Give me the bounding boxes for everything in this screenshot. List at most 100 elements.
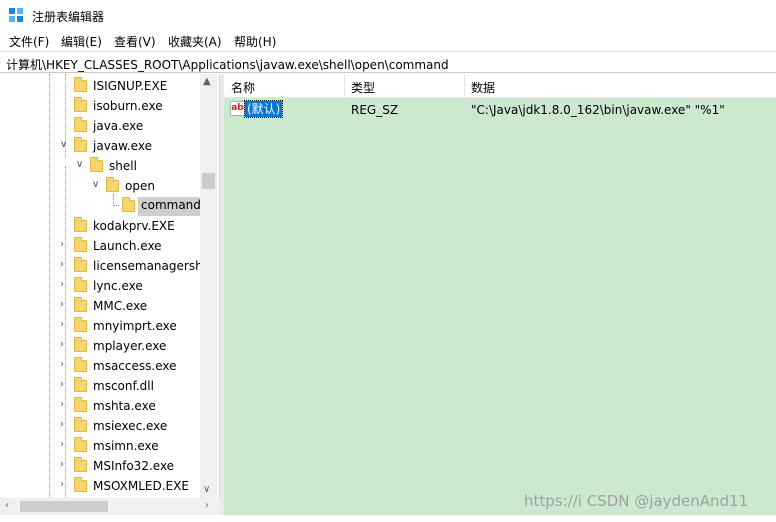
tree-item-label: javaw.exe [93,139,152,153]
folder-icon [106,177,119,192]
tree-item-label: msconf.dll [93,379,154,393]
chevron-right-icon[interactable]: › [60,479,64,490]
folder-icon [74,277,87,292]
address-bar[interactable]: 计算机\HKEY_CLASSES_ROOT\Applications\javaw… [0,51,776,73]
watermark: https://i CSDN @jaydenAnd11 [524,492,749,510]
tree-item[interactable]: › lync.exe [0,276,200,296]
tree-horizontal-scrollbar[interactable]: ‹ › [0,498,220,515]
value-list[interactable]: 名称 类型 数据 ab (默认) REG_SZ "C:\Java\jdk1.8.… [224,74,776,515]
tree-item[interactable]: › MMC.exe [0,296,200,316]
window-title: 注册表编辑器 [32,10,105,24]
value-name[interactable]: (默认) [243,100,284,118]
value-data: "C:\Java\jdk1.8.0_162\bin\javaw.exe" "%1… [471,103,725,117]
chevron-right-icon[interactable]: › [60,239,64,250]
column-separator[interactable] [344,74,345,98]
tree-item[interactable]: › MSInfo32.exe [0,456,200,476]
chevron-right-icon[interactable]: › [60,419,64,430]
tree-item-label: kodakprv.EXE [93,219,175,233]
tree-item-label: Launch.exe [93,239,162,253]
tree-item[interactable]: › msimn.exe [0,436,200,456]
scroll-left-arrow-icon[interactable]: ‹ [5,500,9,511]
chevron-right-icon[interactable]: › [60,399,64,410]
tree-item-label: lync.exe [93,279,143,293]
value-type: REG_SZ [351,103,399,117]
folder-icon [74,217,87,232]
chevron-down-icon[interactable]: ∨ [60,139,67,150]
tree-item-label: mnyimprt.exe [93,319,177,333]
tree-item[interactable]: java.exe [0,116,200,136]
tree-item[interactable]: ∨ open [0,176,200,196]
tree-item[interactable]: › mshta.exe [0,396,200,416]
tree-item-selected[interactable]: command [0,196,204,216]
chevron-right-icon[interactable]: › [60,299,64,310]
folder-icon [74,377,87,392]
address-path[interactable]: 计算机\HKEY_CLASSES_ROOT\Applications\javaw… [6,56,449,73]
column-separator[interactable] [464,74,465,98]
menu-favorites[interactable]: 收藏夹(A) [168,33,222,50]
chevron-right-icon[interactable]: › [60,459,64,470]
list-header: 名称 类型 数据 [224,74,776,98]
folder-icon [74,237,87,252]
tree-item[interactable]: kodakprv.EXE [0,216,200,236]
chevron-right-icon[interactable]: › [60,379,64,390]
chevron-right-icon[interactable]: › [60,339,64,350]
tree-item-label: MMC.exe [93,299,148,313]
menu-bar: 文件(F) 编辑(E) 查看(V) 收藏夹(A) 帮助(H) [0,30,776,51]
status-area [0,515,776,522]
chevron-down-icon[interactable]: ∨ [76,159,83,170]
folder-icon [74,397,87,412]
tree-item[interactable]: › msconf.dll [0,376,200,396]
chevron-right-icon[interactable]: › [60,279,64,290]
menu-help[interactable]: 帮助(H) [234,33,276,50]
folder-icon [74,417,87,432]
folder-icon [74,317,87,332]
tree-item[interactable]: › MSOXMLED.EXE [0,476,200,496]
scrollbar-thumb[interactable] [202,173,215,189]
menu-edit[interactable]: 编辑(E) [61,33,102,50]
scroll-up-arrow-icon[interactable]: ▲ [203,76,211,87]
tree-item[interactable]: ∨ shell [0,156,200,176]
folder-icon [74,477,87,492]
key-tree[interactable]: ISIGNUP.EXE isoburn.exe java.exe ∨ javaw… [0,74,220,498]
scroll-down-arrow-icon[interactable]: ∨ [203,484,210,495]
folder-icon [74,457,87,472]
tree-item-label: ISIGNUP.EXE [93,79,168,93]
value-row[interactable]: ab (默认) REG_SZ "C:\Java\jdk1.8.0_162\bin… [224,98,776,120]
scroll-right-arrow-icon[interactable]: › [205,500,209,511]
chevron-down-icon[interactable]: ∨ [92,179,99,190]
folder-icon [74,357,87,372]
tree-item-label: isoburn.exe [93,99,163,113]
tree-item-label: command [138,197,204,216]
folder-icon [74,257,87,272]
tree-item[interactable]: › licensemanagershe [0,256,210,276]
tree-item-label: open [125,179,155,193]
string-value-icon: ab [230,101,245,116]
folder-icon [122,197,135,212]
tree-item[interactable]: › mnyimprt.exe [0,316,200,336]
tree-item[interactable]: › msaccess.exe [0,356,200,376]
registry-editor-icon [9,8,24,23]
chevron-right-icon[interactable]: › [60,259,64,270]
menu-file[interactable]: 文件(F) [9,33,49,50]
folder-icon [74,77,87,92]
tree-item-label: mshta.exe [93,399,156,413]
column-name[interactable]: 名称 [231,79,255,96]
tree-item[interactable]: › Launch.exe [0,236,200,256]
tree-item[interactable]: ∨ javaw.exe [0,136,200,156]
scrollbar-thumb[interactable] [20,501,108,512]
tree-item-label: java.exe [93,119,144,133]
tree-item[interactable]: ISIGNUP.EXE [0,76,200,96]
column-data[interactable]: 数据 [471,79,495,96]
tree-vertical-scrollbar[interactable]: ▲ ∨ [200,74,217,498]
chevron-right-icon[interactable]: › [60,319,64,330]
chevron-right-icon[interactable]: › [60,439,64,450]
menu-view[interactable]: 查看(V) [114,33,156,50]
folder-icon [74,97,87,112]
column-type[interactable]: 类型 [351,79,375,96]
tree-item-label: msimn.exe [93,439,159,453]
tree-item[interactable]: isoburn.exe [0,96,200,116]
chevron-right-icon[interactable]: › [60,359,64,370]
tree-item[interactable]: › mplayer.exe [0,336,200,356]
folder-icon [90,157,103,172]
tree-item[interactable]: › msiexec.exe [0,416,200,436]
